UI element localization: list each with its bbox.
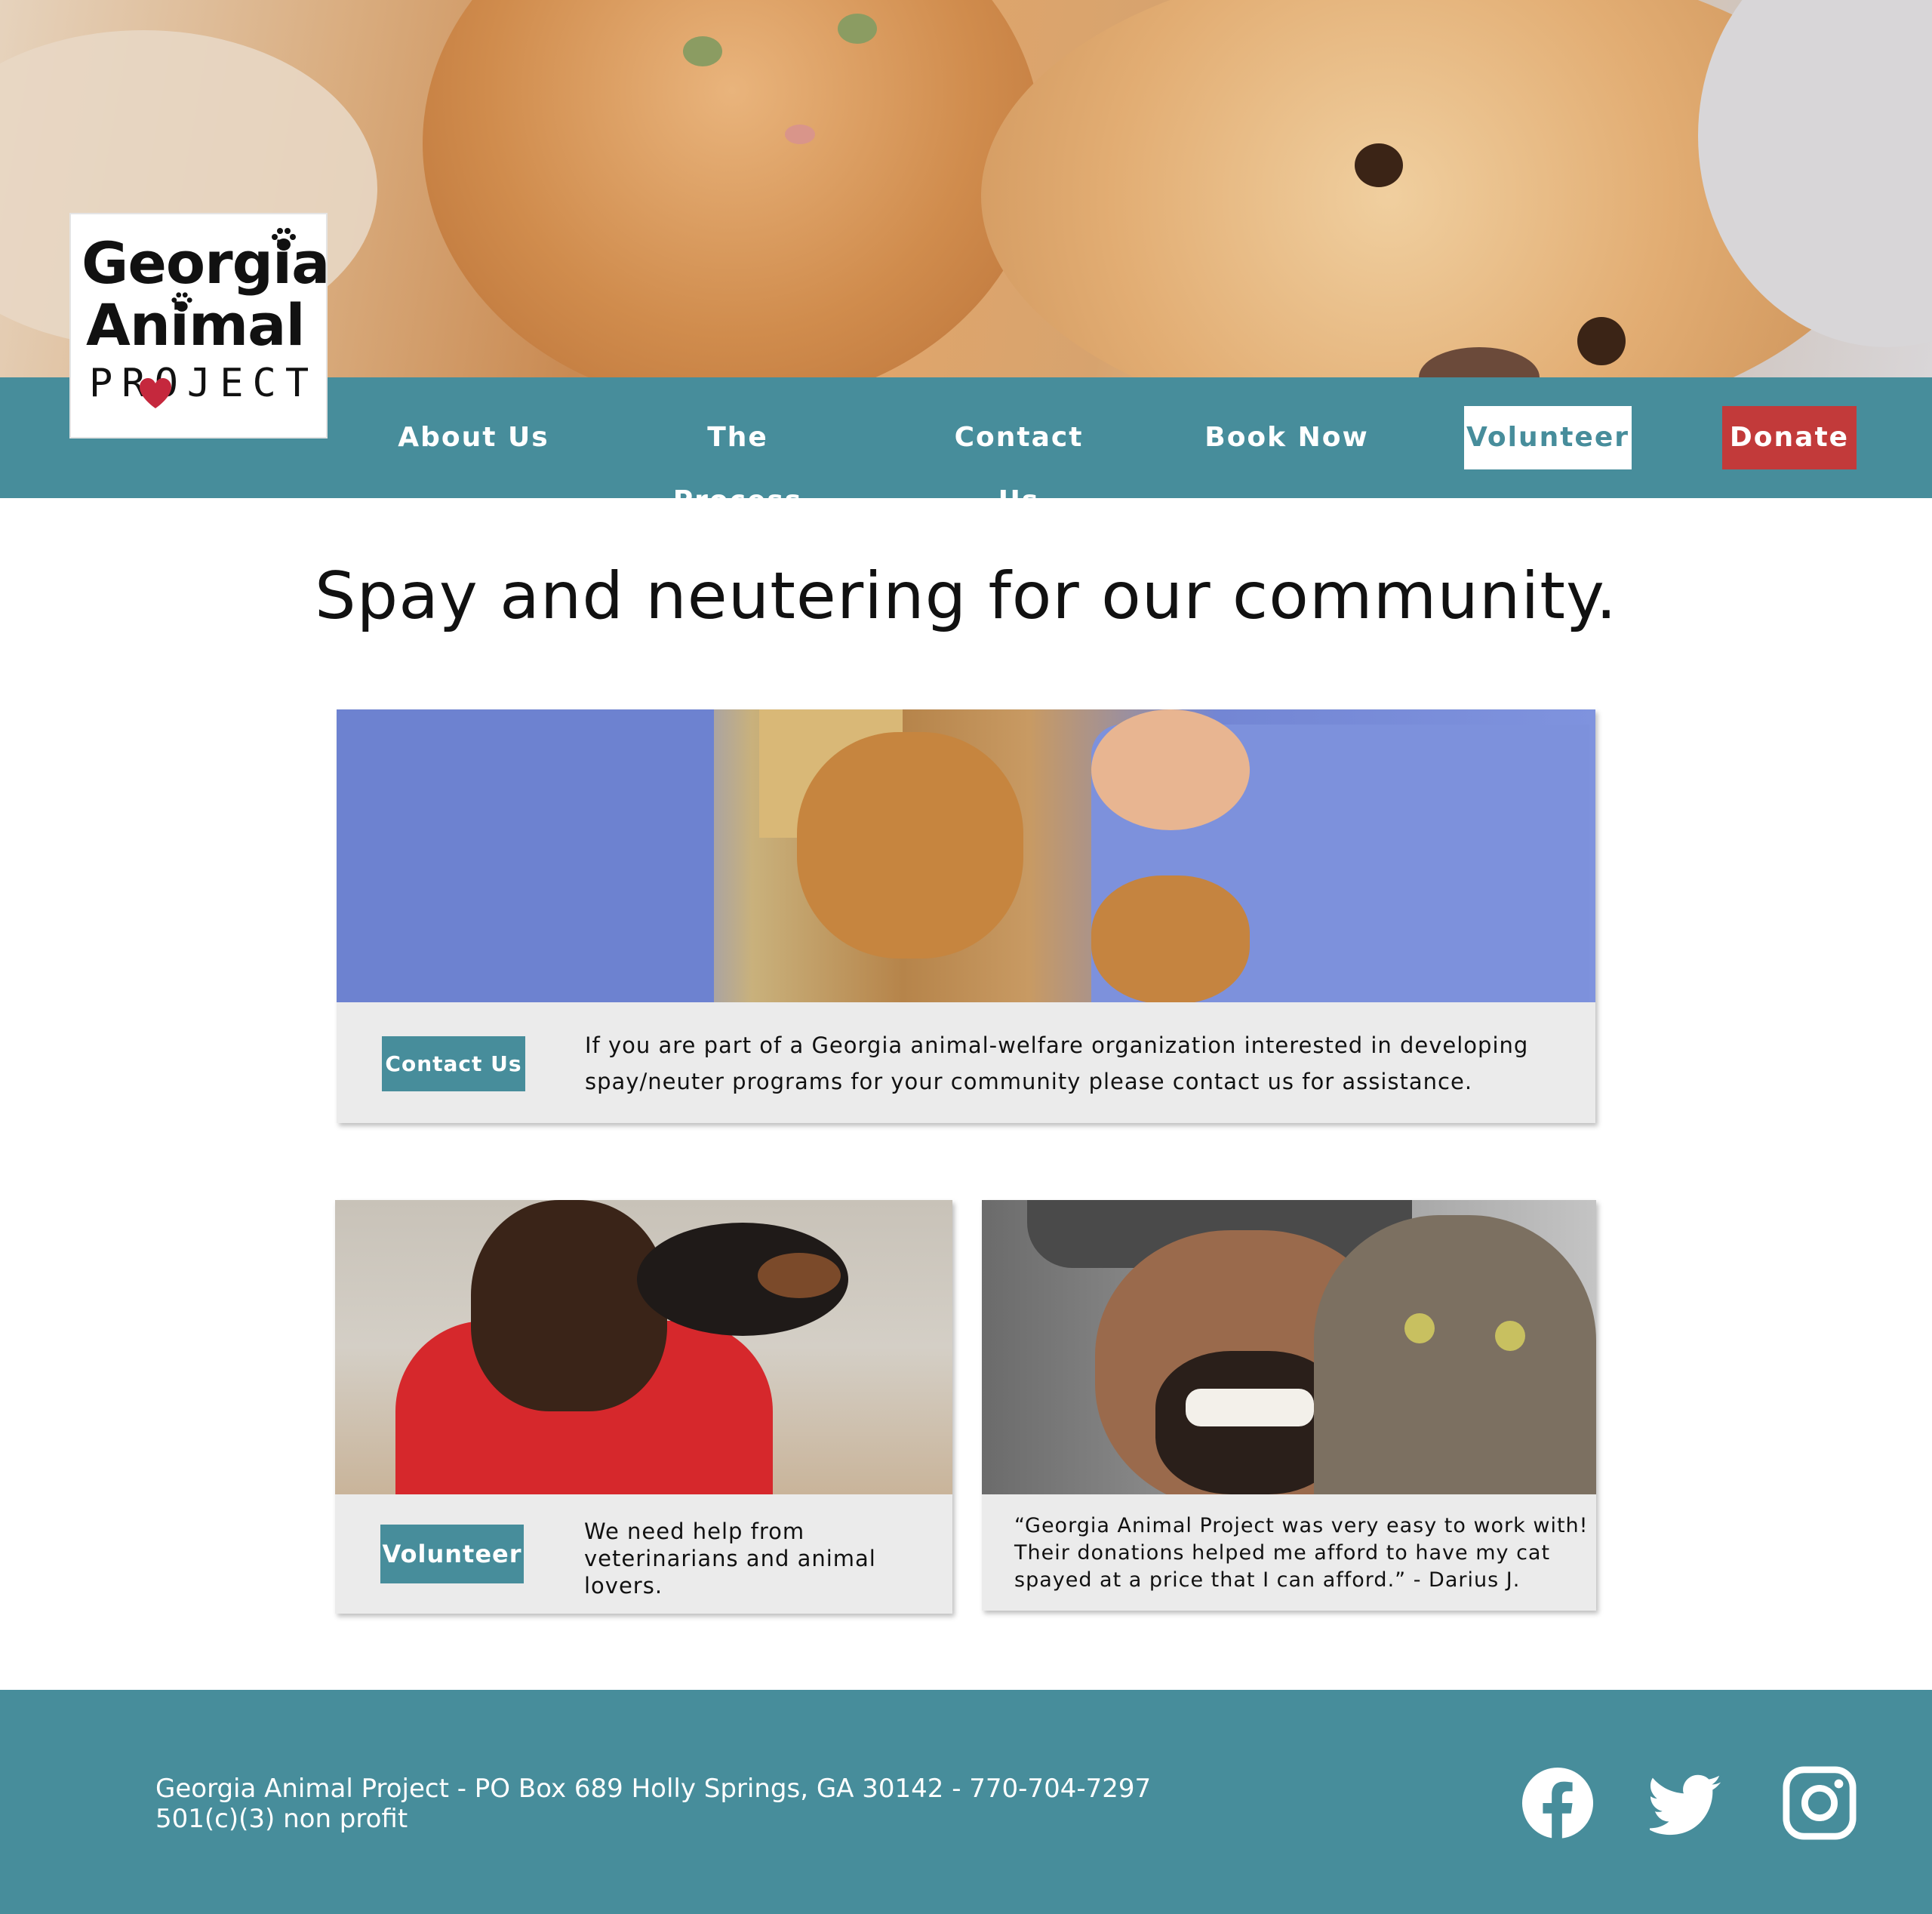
volunteer-with-dog-photo xyxy=(335,1200,952,1494)
instagram-icon[interactable] xyxy=(1783,1766,1857,1840)
nav-book-now[interactable]: Book Now xyxy=(1204,406,1370,469)
logo-text-line2: Animal xyxy=(86,291,306,358)
contact-card-text-line1: If you are part of a Georgia animal-welf… xyxy=(585,1032,1529,1058)
page-headline: Spay and neutering for our community. xyxy=(315,559,1617,634)
volunteer-card-text-line1: We need help from xyxy=(584,1519,805,1544)
nav-donate-button[interactable]: Donate xyxy=(1722,406,1857,469)
footer-address: Georgia Animal Project - PO Box 689 Holl… xyxy=(155,1774,1152,1804)
twitter-icon[interactable] xyxy=(1650,1766,1724,1840)
volunteer-card-text-line3: lovers. xyxy=(584,1573,663,1599)
contact-us-button[interactable]: Contact Us xyxy=(382,1036,525,1091)
volunteer-card-text-line2: veterinarians and animal xyxy=(584,1546,876,1571)
site-logo[interactable]: Georgia Animal PROJECT xyxy=(69,213,330,438)
heart-icon xyxy=(140,378,171,408)
facebook-icon[interactable] xyxy=(1521,1766,1595,1840)
testimonial-quote-line2: Their donations helped me afford to have… xyxy=(1014,1541,1551,1565)
nav-contact-us[interactable]: Contact Us xyxy=(932,406,1106,516)
footer-nonprofit: 501(c)(3) non profit xyxy=(155,1804,408,1834)
vet-staff-photo xyxy=(337,709,1595,1002)
nav-the-process[interactable]: The Process xyxy=(641,406,834,516)
nav-about-us[interactable]: About Us xyxy=(385,406,562,469)
testimonial-quote-line1: “Georgia Animal Project was very easy to… xyxy=(1014,1514,1589,1537)
contact-card-text-line2: spay/neuter programs for your community … xyxy=(585,1069,1473,1094)
nav-volunteer-button[interactable]: Volunteer xyxy=(1464,406,1632,469)
volunteer-button[interactable]: Volunteer xyxy=(380,1525,524,1583)
man-with-cat-photo xyxy=(982,1200,1596,1494)
testimonial-quote-line3: spayed at a price that I can afford.” - … xyxy=(1014,1568,1521,1592)
paw-icon xyxy=(272,228,296,251)
paw-icon xyxy=(171,292,192,312)
logo-text-line3: PROJECT xyxy=(89,361,318,406)
